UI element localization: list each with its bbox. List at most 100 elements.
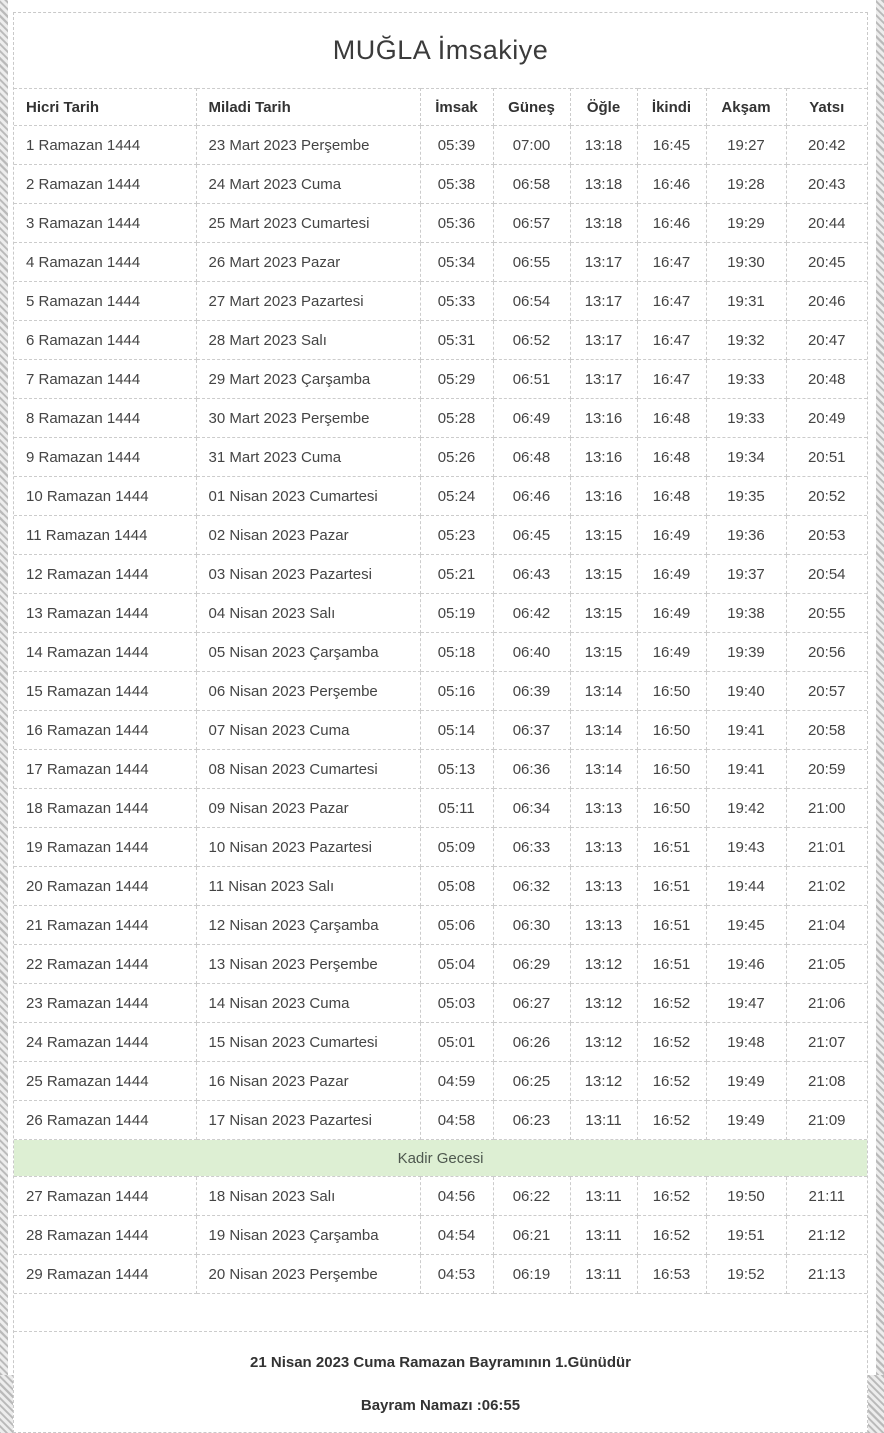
cell-ikindi: 16:46: [636, 164, 707, 204]
cell-hicri-tarih: 26 Ramazan 1444: [14, 1100, 197, 1140]
cell-aksam: 19:32: [705, 320, 787, 360]
cell-yatsi: 21:07: [785, 1022, 867, 1062]
cell-miladi-tarih: 07 Nisan 2023 Cuma: [195, 710, 421, 750]
cell-ogle: 13:15: [569, 515, 638, 555]
cell-imsak: 05:08: [419, 866, 494, 906]
cell-ogle: 13:18: [569, 164, 638, 204]
cell-hicri-tarih: 15 Ramazan 1444: [14, 671, 197, 711]
cell-ogle: 13:13: [569, 905, 638, 945]
page-title: MUĞLA İmsakiye: [332, 35, 549, 65]
cell-yatsi: 21:02: [785, 866, 867, 906]
cell-imsak: 04:54: [419, 1215, 494, 1255]
cell-hicri-tarih: 9 Ramazan 1444: [14, 437, 197, 477]
table-row: 5 Ramazan 1444 27 Mart 2023 Pazartesi 05:3…: [14, 281, 867, 321]
cell-ikindi: 16:47: [636, 320, 707, 360]
table-footer-gap: [14, 1294, 867, 1331]
cell-aksam: 19:29: [705, 203, 787, 243]
cell-yatsi: 21:09: [785, 1100, 867, 1140]
cell-ogle: 13:12: [569, 983, 638, 1023]
cell-yatsi: 20:56: [785, 632, 867, 672]
table-row: 4 Ramazan 1444 26 Mart 2023 Pazar 05:34 06:…: [14, 242, 867, 282]
cell-hicri-tarih: 23 Ramazan 1444: [14, 983, 197, 1023]
cell-miladi-tarih: 10 Nisan 2023 Pazartesi: [195, 827, 421, 867]
table-row: 25 Ramazan 1444 16 Nisan 2023 Pazar 04:59 0…: [14, 1061, 867, 1101]
cell-miladi-tarih: 23 Mart 2023 Perşembe: [195, 125, 421, 165]
column-header-yatsi: Yatsı: [785, 88, 867, 126]
cell-gunes: 06:54: [492, 281, 571, 321]
cell-miladi-tarih: 16 Nisan 2023 Pazar: [195, 1061, 421, 1101]
cell-gunes: 06:57: [492, 203, 571, 243]
cell-miladi-tarih: 29 Mart 2023 Çarşamba: [195, 359, 421, 399]
cell-aksam: 19:44: [705, 866, 787, 906]
cell-imsak: 05:06: [419, 905, 494, 945]
cell-ikindi: 16:50: [636, 710, 707, 750]
cell-gunes: 06:39: [492, 671, 571, 711]
cell-aksam: 19:51: [705, 1215, 787, 1255]
column-header-gunes: Güneş: [492, 88, 571, 126]
cell-imsak: 05:19: [419, 593, 494, 633]
table-row: 1 Ramazan 1444 23 Mart 2023 Perşembe 05:39…: [14, 125, 867, 165]
cell-imsak: 05:23: [419, 515, 494, 555]
cell-aksam: 19:30: [705, 242, 787, 282]
cell-aksam: 19:52: [705, 1254, 787, 1294]
cell-yatsi: 21:05: [785, 944, 867, 984]
cell-aksam: 19:37: [705, 554, 787, 594]
cell-hicri-tarih: 14 Ramazan 1444: [14, 632, 197, 672]
cell-yatsi: 21:12: [785, 1215, 867, 1255]
cell-ogle: 13:16: [569, 398, 638, 438]
cell-miladi-tarih: 28 Mart 2023 Salı: [195, 320, 421, 360]
cell-miladi-tarih: 25 Mart 2023 Cumartesi: [195, 203, 421, 243]
cell-imsak: 05:18: [419, 632, 494, 672]
cell-yatsi: 20:48: [785, 359, 867, 399]
cell-yatsi: 20:59: [785, 749, 867, 789]
cell-ogle: 13:11: [569, 1254, 638, 1294]
cell-aksam: 19:36: [705, 515, 787, 555]
cell-ikindi: 16:51: [636, 866, 707, 906]
cell-ikindi: 16:48: [636, 476, 707, 516]
cell-ikindi: 16:52: [636, 1100, 707, 1140]
cell-ogle: 13:17: [569, 242, 638, 282]
cell-aksam: 19:31: [705, 281, 787, 321]
cell-yatsi: 20:57: [785, 671, 867, 711]
table-row: 10 Ramazan 1444 01 Nisan 2023 Cumartesi 05…: [14, 476, 867, 516]
cell-imsak: 05:03: [419, 983, 494, 1023]
cell-ikindi: 16:49: [636, 554, 707, 594]
table-row: 9 Ramazan 1444 31 Mart 2023 Cuma 05:26 06:4…: [14, 437, 867, 477]
cell-yatsi: 20:55: [785, 593, 867, 633]
cell-miladi-tarih: 18 Nisan 2023 Salı: [195, 1176, 421, 1216]
table-row: 12 Ramazan 1444 03 Nisan 2023 Pazartesi 05…: [14, 554, 867, 594]
cell-miladi-tarih: 13 Nisan 2023 Perşembe: [195, 944, 421, 984]
table-row: 17 Ramazan 1444 08 Nisan 2023 Cumartesi 05…: [14, 749, 867, 789]
cell-gunes: 06:26: [492, 1022, 571, 1062]
cell-ikindi: 16:50: [636, 749, 707, 789]
cell-ikindi: 16:49: [636, 632, 707, 672]
cell-miladi-tarih: 02 Nisan 2023 Pazar: [195, 515, 421, 555]
cell-gunes: 06:34: [492, 788, 571, 828]
cell-ikindi: 16:53: [636, 1254, 707, 1294]
cell-aksam: 19:45: [705, 905, 787, 945]
cell-imsak: 05:33: [419, 281, 494, 321]
cell-hicri-tarih: 10 Ramazan 1444: [14, 476, 197, 516]
cell-yatsi: 21:00: [785, 788, 867, 828]
bayram-note: 21 Nisan 2023 Cuma Ramazan Bayramının 1.…: [14, 1331, 867, 1432]
cell-hicri-tarih: 2 Ramazan 1444: [14, 164, 197, 204]
cell-ogle: 13:15: [569, 593, 638, 633]
cell-gunes: 06:36: [492, 749, 571, 789]
cell-ikindi: 16:49: [636, 515, 707, 555]
cell-miladi-tarih: 12 Nisan 2023 Çarşamba: [195, 905, 421, 945]
cell-ogle: 13:12: [569, 1061, 638, 1101]
cell-aksam: 19:38: [705, 593, 787, 633]
cell-hicri-tarih: 3 Ramazan 1444: [14, 203, 197, 243]
cell-miladi-tarih: 06 Nisan 2023 Perşembe: [195, 671, 421, 711]
cell-miladi-tarih: 04 Nisan 2023 Salı: [195, 593, 421, 633]
cell-imsak: 05:01: [419, 1022, 494, 1062]
cell-ogle: 13:17: [569, 320, 638, 360]
cell-imsak: 05:14: [419, 710, 494, 750]
cell-gunes: 06:52: [492, 320, 571, 360]
cell-gunes: 06:42: [492, 593, 571, 633]
cell-gunes: 06:37: [492, 710, 571, 750]
cell-gunes: 06:22: [492, 1176, 571, 1216]
cell-yatsi: 20:58: [785, 710, 867, 750]
table-row: 2 Ramazan 1444 24 Mart 2023 Cuma 05:38 06:5…: [14, 164, 867, 204]
cell-hicri-tarih: 28 Ramazan 1444: [14, 1215, 197, 1255]
